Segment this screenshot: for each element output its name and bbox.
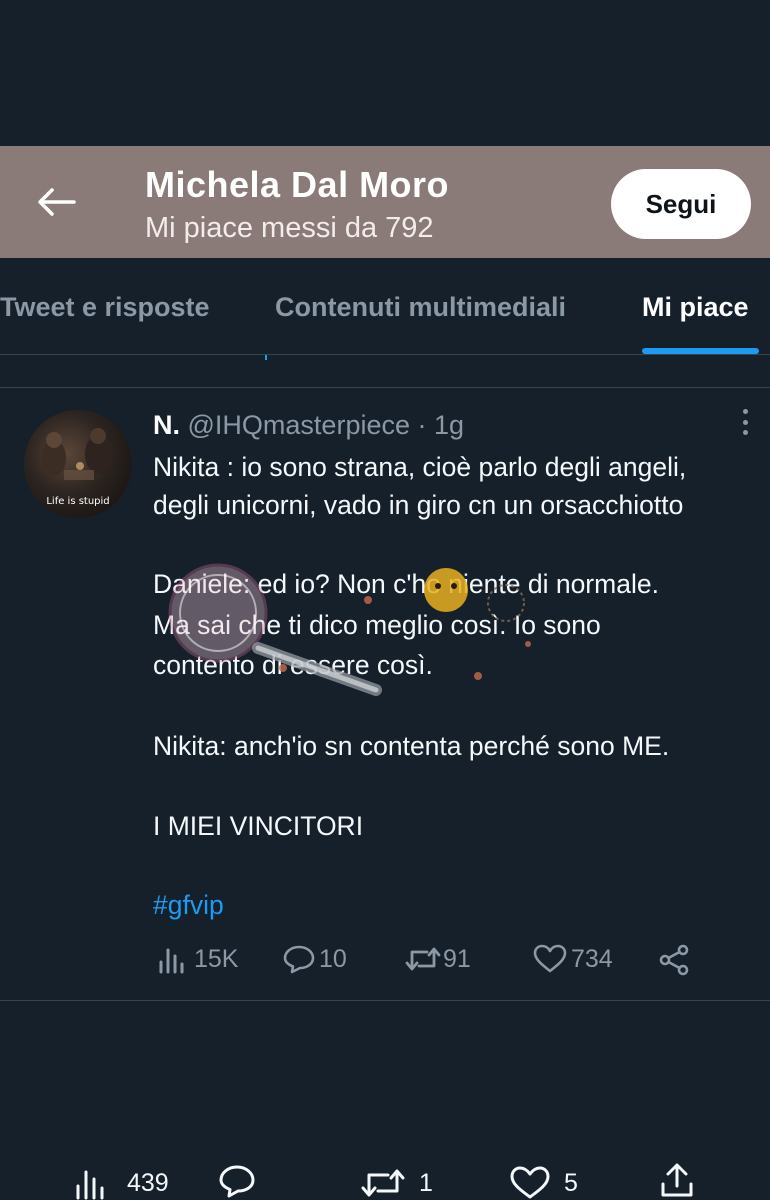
- tweet-text-line: degli unicorni, vado in giro cn un orsac…: [153, 490, 684, 520]
- retweets-count: 91: [443, 944, 471, 973]
- bottom-share-action[interactable]: [660, 1162, 694, 1198]
- heart-icon: [533, 944, 567, 973]
- bottom-retweet-action[interactable]: 1: [361, 1166, 433, 1200]
- retweet-icon: [405, 947, 441, 971]
- tweet-header: N. @IHQmasterpiece · 1g: [153, 410, 464, 441]
- more-options-button[interactable]: [735, 405, 755, 439]
- bar-chart-icon: [159, 948, 184, 974]
- back-button[interactable]: [32, 182, 80, 222]
- tweet-text-line: Nikita : io sono strana, cioè parlo degl…: [153, 452, 687, 482]
- divider: [0, 1000, 770, 1001]
- profile-header: Michela Dal Moro Mi piace messi da 792 S…: [0, 146, 770, 258]
- bar-chart-icon: [76, 1170, 104, 1200]
- replies-count: 10: [319, 944, 347, 973]
- likes-count: Mi piace messi da 792: [145, 212, 434, 244]
- avatar[interactable]: Life is stupid: [24, 410, 132, 518]
- reply-icon: [219, 1165, 255, 1198]
- tweet-text-line: Ma sai che ti dico meglio così. Io sono: [153, 610, 601, 640]
- scroll-marker: [265, 355, 267, 360]
- profile-tabs: Tweet e risposte Contenuti multimediali …: [0, 258, 770, 355]
- bottom-likes-count: 5: [564, 1168, 578, 1197]
- tab-media[interactable]: Contenuti multimediali: [275, 292, 566, 323]
- follow-button[interactable]: Segui: [611, 169, 751, 239]
- views-action[interactable]: 15K: [158, 944, 238, 974]
- heart-icon: [510, 1166, 550, 1199]
- bottom-views-action[interactable]: 439: [75, 1166, 169, 1200]
- share-action[interactable]: [658, 944, 690, 976]
- meta-separator: ·: [417, 410, 427, 440]
- likes-count: 734: [571, 944, 613, 973]
- like-action[interactable]: 734: [533, 944, 613, 974]
- bottom-views-count: 439: [127, 1168, 169, 1197]
- arrow-left-icon: [38, 188, 76, 216]
- tweet-text-line: Daniele: ed io? Non c'ho niente di norma…: [153, 569, 659, 599]
- more-dot-icon: [742, 419, 748, 425]
- tweet-time[interactable]: 1g: [434, 410, 464, 440]
- tweet-text-line: Nikita: anch'io sn contenta perché sono …: [153, 731, 670, 761]
- tab-likes[interactable]: Mi piace: [642, 292, 749, 323]
- views-count: 15K: [194, 944, 239, 973]
- upload-share-icon: [661, 1163, 693, 1197]
- avatar-caption: Life is stupid: [46, 496, 110, 507]
- tweet-text-line: contento di essere così.: [153, 650, 433, 680]
- bottom-like-action[interactable]: 5: [510, 1166, 578, 1200]
- share-icon: [659, 944, 689, 976]
- tweet-text-line: I MIEI VINCITORI: [153, 811, 364, 841]
- profile-name: Michela Dal Moro: [145, 164, 450, 205]
- retweet-icon: [361, 1169, 405, 1197]
- more-dot-icon: [742, 409, 748, 414]
- hashtag-link[interactable]: #gfvip: [153, 890, 224, 921]
- reply-icon: [283, 945, 315, 974]
- bottom-retweets-count: 1: [419, 1168, 433, 1197]
- author-handle[interactable]: @IHQmasterpiece: [188, 410, 410, 440]
- more-dot-icon: [742, 430, 748, 435]
- reply-action[interactable]: 10: [283, 944, 347, 974]
- tab-tweets-replies[interactable]: Tweet e risposte: [0, 292, 210, 323]
- active-tab-indicator: [642, 348, 759, 354]
- divider: [0, 387, 770, 388]
- retweet-action[interactable]: 91: [405, 944, 471, 974]
- bottom-reply-action[interactable]: [218, 1164, 256, 1198]
- author-name[interactable]: N.: [153, 410, 180, 440]
